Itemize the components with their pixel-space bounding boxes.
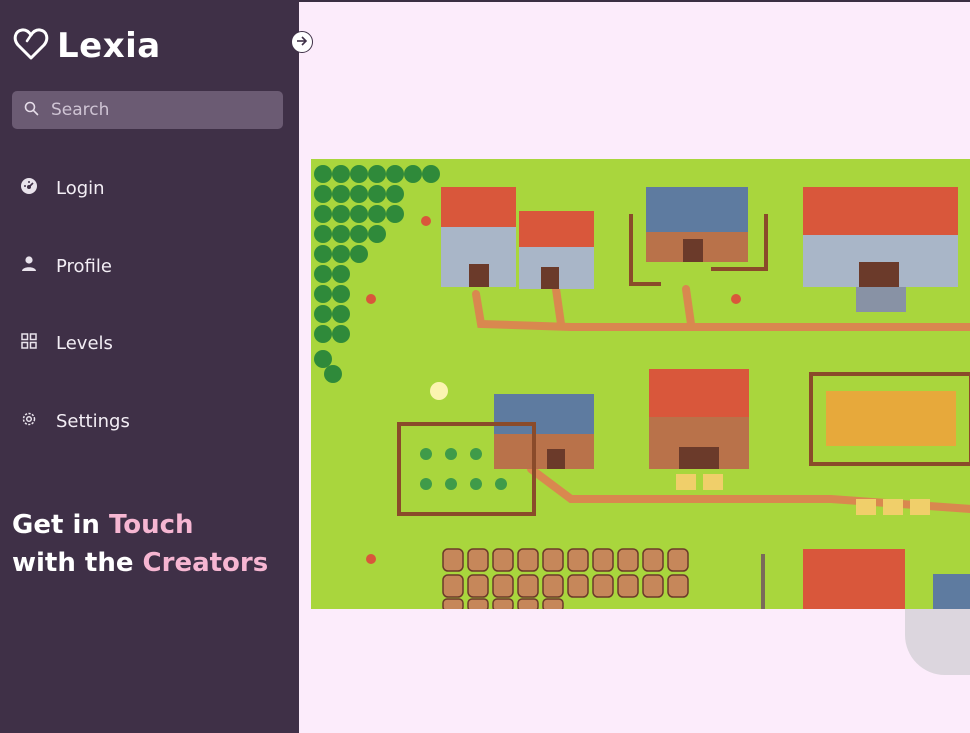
dashboard-gauge-icon	[20, 177, 38, 199]
search-icon	[24, 101, 39, 120]
sidebar: Lexia Login Profile Levels Settings Get …	[0, 0, 299, 733]
promo-line2-a: with the	[12, 548, 143, 578]
nav-label-login: Login	[56, 177, 105, 199]
heart-outline-logo-icon	[13, 26, 49, 66]
collapse-sidebar-button[interactable]	[291, 31, 313, 53]
nav-label-levels: Levels	[56, 332, 113, 354]
nav-item-login[interactable]: Login	[20, 177, 105, 199]
search-input[interactable]	[49, 99, 268, 121]
promo-text: Get in Touch with the Creators	[12, 506, 268, 582]
promo-line2-highlight[interactable]: Creators	[143, 548, 269, 578]
user-icon	[20, 255, 38, 277]
nav-item-settings[interactable]: Settings	[20, 410, 130, 432]
nav-item-levels[interactable]: Levels	[20, 332, 113, 354]
decorative-shadow	[905, 600, 970, 675]
search-box[interactable]	[12, 91, 283, 129]
arrow-right-icon	[295, 33, 309, 52]
promo-line1-a: Get in	[12, 510, 109, 540]
nav-label-profile: Profile	[56, 255, 112, 277]
gear-icon	[20, 410, 38, 432]
brand[interactable]: Lexia	[13, 26, 161, 66]
game-map-image	[311, 159, 970, 609]
brand-name: Lexia	[57, 26, 161, 66]
nav-label-settings: Settings	[56, 410, 130, 432]
promo-line1-highlight[interactable]: Touch	[109, 510, 194, 540]
grid-icon	[20, 332, 38, 354]
nav-item-profile[interactable]: Profile	[20, 255, 112, 277]
